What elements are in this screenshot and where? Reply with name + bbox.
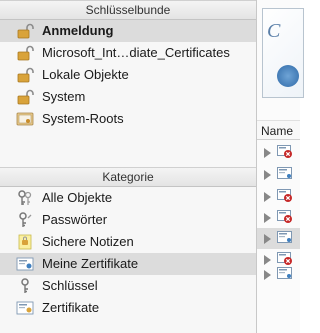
certificate-script-icon: C <box>267 20 281 42</box>
category-item-schluessel[interactable]: Schlüssel <box>0 275 256 297</box>
category-item-zertifikate[interactable]: Zertifikate <box>0 297 256 319</box>
category-item-label: Alle Objekte <box>42 190 113 205</box>
keychain-item-label: System-Roots <box>42 111 124 126</box>
keychain-item-system[interactable]: System <box>0 86 256 108</box>
certificate-icon <box>16 301 34 315</box>
certificate-valid-icon <box>277 167 292 179</box>
svg-text:C: C <box>267 20 281 42</box>
keychain-item-label: Anmeldung <box>42 23 114 38</box>
category-item-meine-zertifikate[interactable]: Meine Zertifikate <box>0 253 256 275</box>
keychain-item-anmeldung[interactable]: Anmeldung <box>0 20 256 42</box>
lock-open-icon <box>17 67 34 83</box>
disclosure-triangle-icon[interactable] <box>264 234 271 244</box>
category-item-label: Schlüssel <box>42 278 98 293</box>
note-icon <box>18 234 32 250</box>
keychain-item-label: Microsoft_Int…diate_Certificates <box>42 45 230 60</box>
disclosure-triangle-icon[interactable] <box>264 213 271 223</box>
category-item-label: Meine Zertifikate <box>42 256 139 271</box>
table-row[interactable] <box>257 186 300 207</box>
lock-open-icon <box>17 45 34 61</box>
sidebar: Schlüsselbunde Anmeldung Microsoft_Int…d… <box>0 0 257 333</box>
keychains-header: Schlüsselbunde <box>0 0 256 20</box>
keychain-item-microsoft[interactable]: Microsoft_Int…diate_Certificates <box>0 42 256 64</box>
table-row[interactable] <box>257 164 300 185</box>
key-icon <box>21 278 29 293</box>
category-item-label: Passwörter <box>42 212 108 227</box>
category-item-label: Sichere Notizen <box>42 234 134 249</box>
category-item-sichere-notizen[interactable]: Sichere Notizen <box>0 231 256 253</box>
certificate-invalid-icon <box>277 145 292 158</box>
column-header-name[interactable]: Name <box>257 120 300 140</box>
certificate-invalid-icon <box>277 189 292 202</box>
disclosure-triangle-icon[interactable] <box>264 270 271 280</box>
password-keys-icon <box>19 212 32 227</box>
main-pane: C Name <box>257 0 304 333</box>
lock-open-icon <box>17 89 34 105</box>
category-item-alle-objekte[interactable]: Alle Objekte <box>0 187 256 209</box>
table-row[interactable] <box>257 207 300 228</box>
disclosure-triangle-icon[interactable] <box>264 192 271 202</box>
certificate-preview-image: C <box>262 8 304 98</box>
table-row[interactable] <box>257 142 300 163</box>
my-certificate-icon <box>16 257 34 271</box>
certificate-invalid-icon <box>277 210 292 223</box>
category-item-passwoerter[interactable]: Passwörter <box>0 209 256 231</box>
table-row[interactable] <box>257 228 300 249</box>
keychain-item-lokale-objekte[interactable]: Lokale Objekte <box>0 64 256 86</box>
lock-open-icon <box>17 23 34 39</box>
keychain-item-label: System <box>42 89 86 104</box>
certificate-seal-icon <box>277 65 299 87</box>
table-row[interactable] <box>257 264 300 285</box>
keys-icon <box>18 190 32 205</box>
keychain-item-system-roots[interactable]: System-Roots <box>0 108 256 130</box>
keychain-item-label: Lokale Objekte <box>42 67 129 82</box>
certificate-valid-icon <box>277 267 292 279</box>
certificate-folder-icon <box>16 112 34 126</box>
disclosure-triangle-icon[interactable] <box>264 170 271 180</box>
disclosure-triangle-icon[interactable] <box>264 148 271 158</box>
category-item-label: Zertifikate <box>42 300 100 315</box>
category-header: Kategorie <box>0 167 256 187</box>
certificate-valid-icon <box>277 231 292 243</box>
